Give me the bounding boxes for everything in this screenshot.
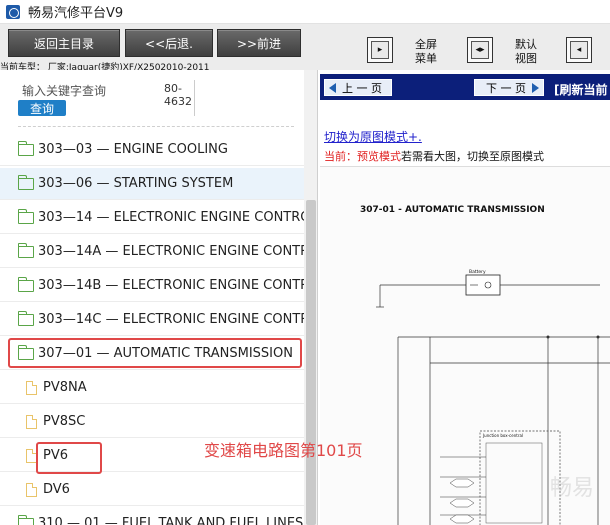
battery-label: Battery [469,269,486,275]
folder-icon [18,174,34,190]
folder-icon [18,208,34,224]
title-bar: 畅易汽修平台V9 [0,0,610,24]
split-arrows-icon: ◂▸ [475,44,485,55]
collapse-right-button[interactable]: ◂ [566,37,592,63]
file-icon [26,414,37,429]
collapse-left-button[interactable]: ▸ [367,37,393,63]
tree-item-303-14c[interactable]: 303—14C — ELECTRONIC ENGINE CONTR [0,304,304,336]
app-logo-icon [6,4,20,19]
junction-box-label: Junction box-central [482,433,523,438]
search-area: 输入关键字查询 查询 80- 4632 [0,70,317,128]
back-button[interactable]: <<后退. [125,29,213,57]
folder-icon [18,242,34,258]
folder-icon [18,276,34,292]
tree-item-303-14a[interactable]: 303—14A — ELECTRONIC ENGINE CONTR [0,236,304,268]
tree-item-303-14b[interactable]: 303—14B — ELECTRONIC ENGINE CONTR [0,270,304,302]
tree-item-dv6[interactable]: DV6 [0,474,304,506]
scrollbar-thumb[interactable] [306,200,316,525]
mode-status: 当前：预览模式若需看大图，切换至原图模式 [324,150,544,163]
folder-icon [18,140,34,156]
right-panel: 上 一 页 下 一 页 [刷新当前 切换为原图模式+. 当前：预览模式若需看大图… [320,70,610,525]
tree-item-303-03[interactable]: 303—03 — ENGINE COOLING [0,134,304,166]
arrow-left-icon [329,82,336,93]
app-title: 畅易汽修平台V9 [28,6,124,21]
split-view-button[interactable]: ◂▸ [467,37,493,63]
annotation-caption: 变速箱电路图第101页 [204,441,363,460]
tree-item-pv8sc[interactable]: PV8SC [0,406,304,438]
search-label: 输入关键字查询 [22,84,107,98]
switch-original-mode-link[interactable]: 切换为原图模式+. [324,128,422,145]
full-menu-label[interactable]: 全屏 菜单 [409,38,443,66]
tree-item-pv8na[interactable]: PV8NA [0,372,304,404]
file-icon [26,482,37,497]
page-nav-bar: 上 一 页 下 一 页 [刷新当前 [320,74,610,100]
back-to-main-button[interactable]: 返回主目录 [8,29,120,57]
folder-icon [18,514,34,525]
arrow-right-icon [532,82,539,93]
highlight-box-307-01 [8,338,302,368]
prev-page-button[interactable]: 上 一 页 [324,79,392,96]
tree-item-303-14[interactable]: 303—14 — ELECTRONIC ENGINE CONTRO [0,202,304,234]
next-page-button[interactable]: 下 一 页 [474,79,544,96]
highlight-box-pv6 [36,442,102,474]
file-icon [26,380,37,395]
search-button[interactable]: 查询 [18,100,66,116]
tree-item-310-01[interactable]: 310 — 01 — FUEL TANK AND FUEL LINES [0,508,304,525]
default-view-label[interactable]: 默认 视图 [509,38,543,66]
search-separator [18,126,294,127]
toolbar: 返回主目录 <<后退. >>前进 ▸ 全屏 菜单 ◂▸ 默认 视图 ◂ 当前车型… [0,24,610,73]
watermark: 畅易 [550,476,595,501]
refresh-current-link[interactable]: [刷新当前 [554,81,608,98]
folder-icon [18,310,34,326]
search-divider [194,80,195,116]
arrow-right-icon: ▸ [377,44,383,55]
forward-button[interactable]: >>前进 [217,29,301,57]
arrow-left-icon: ◂ [576,44,582,55]
tree-item-303-06[interactable]: 303—06 — STARTING SYSTEM [0,168,304,200]
search-code: 80- 4632 [164,82,192,108]
